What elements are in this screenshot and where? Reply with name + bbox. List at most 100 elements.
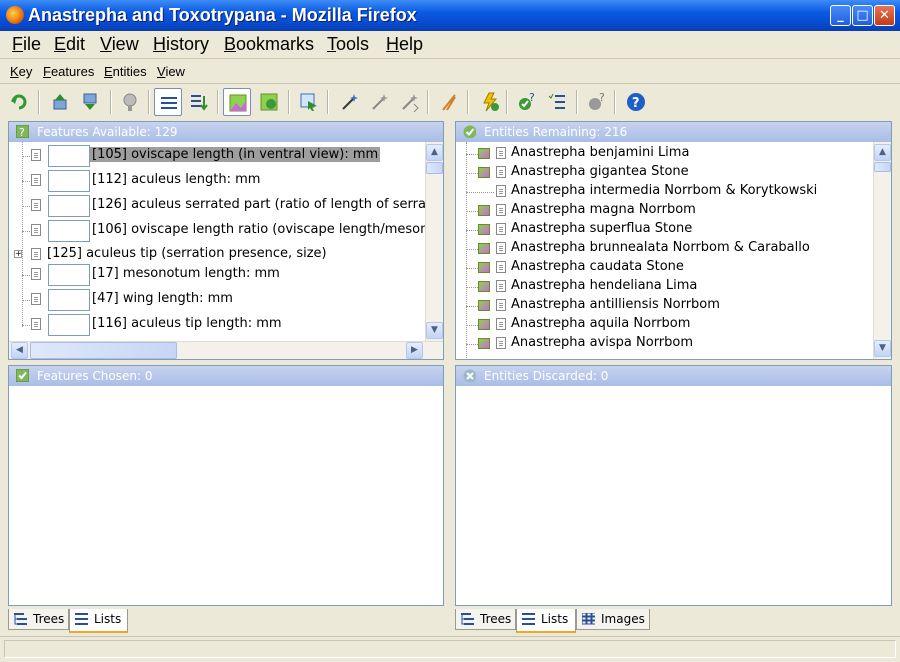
document-icon xyxy=(31,149,41,161)
scroll-left-arrow-icon[interactable]: ◀ xyxy=(11,342,28,359)
feature-row[interactable]: [47] wing length: mm xyxy=(9,289,425,311)
feature-value-input[interactable] xyxy=(48,220,90,242)
checkbox-icon xyxy=(16,369,29,382)
features-vertical-scrollbar[interactable]: ▲ ▼ xyxy=(425,142,443,341)
feature-value-input[interactable] xyxy=(48,195,90,217)
entities-vertical-scrollbar[interactable]: ▲ ▼ xyxy=(873,142,891,359)
feature-row[interactable]: + [125] aculeus tip (serration presence,… xyxy=(9,245,425,264)
tab-images[interactable]: Images xyxy=(576,609,650,630)
scroll-right-arrow-icon[interactable]: ▶ xyxy=(406,342,423,359)
entity-row[interactable]: Anastrepha antilliensis Norrbom xyxy=(456,296,866,315)
lightning-icon[interactable] xyxy=(476,88,504,116)
minimize-button[interactable]: _ xyxy=(830,5,851,26)
entity-row[interactable]: Anastrepha hendeliana Lima xyxy=(456,277,866,296)
scroll-thumb[interactable] xyxy=(30,342,177,359)
help-icon[interactable]: ? xyxy=(622,88,650,116)
image-icon xyxy=(478,338,490,349)
move-down-icon[interactable] xyxy=(76,88,104,116)
app-menu-features[interactable]: Features xyxy=(43,64,94,79)
entity-row[interactable]: Anastrepha caudata Stone xyxy=(456,258,866,277)
menu-tools[interactable]: Tools xyxy=(327,34,369,55)
question-icon: ? xyxy=(16,125,29,138)
entity-row[interactable]: Anastrepha avispa Norrbom xyxy=(456,334,866,353)
features-chosen-panel: Features Chosen: 0 xyxy=(8,365,444,606)
restart-icon[interactable] xyxy=(5,88,33,116)
find-icon[interactable] xyxy=(116,88,144,116)
feature-value-input[interactable] xyxy=(48,170,90,192)
prune-icon[interactable] xyxy=(366,88,394,116)
app-menu-entities[interactable]: Entities xyxy=(104,64,147,79)
vertical-splitter[interactable] xyxy=(446,120,454,635)
app-menu-key[interactable]: Key xyxy=(10,64,32,79)
tweezers-icon[interactable] xyxy=(435,88,463,116)
menu-history[interactable]: History xyxy=(153,34,209,55)
feature-row[interactable]: [17] mesonotum length: mm xyxy=(9,264,425,286)
feature-row[interactable]: [126] aculeus serrated part (ratio of le… xyxy=(9,195,425,217)
settings-icon[interactable]: ? xyxy=(583,88,611,116)
tab-lists[interactable]: Lists xyxy=(69,609,128,633)
feature-value-input[interactable] xyxy=(48,314,90,336)
tab-lists[interactable]: Lists xyxy=(516,609,576,633)
scroll-up-arrow-icon[interactable]: ▲ xyxy=(426,144,443,161)
select-icon[interactable] xyxy=(295,88,323,116)
feature-value-input[interactable] xyxy=(48,145,90,167)
browser-window: Anastrepha and Toxotrypana - Mozilla Fir… xyxy=(0,0,900,662)
feature-label: [116] aculeus tip length: mm xyxy=(92,316,282,331)
feature-row[interactable]: [116] aculeus tip length: mm xyxy=(9,314,425,336)
image-icon xyxy=(478,148,490,159)
entities-remaining-title: Entities Remaining: 216 xyxy=(484,125,628,139)
image-panel-icon[interactable] xyxy=(223,88,251,116)
scroll-down-arrow-icon[interactable]: ▼ xyxy=(874,340,891,357)
app-menubar: Key Features Entities View xyxy=(0,59,900,84)
scroll-thumb[interactable] xyxy=(426,162,443,174)
feature-value-input[interactable] xyxy=(48,289,90,311)
feature-row[interactable]: [106] oviscape length ratio (oviscape le… xyxy=(9,220,425,242)
image-icon xyxy=(478,281,490,292)
tab-trees[interactable]: Trees xyxy=(455,609,516,630)
feature-label: [125] aculeus tip (serration presence, s… xyxy=(47,246,327,261)
image-icon xyxy=(478,224,490,235)
menu-view[interactable]: View xyxy=(100,34,139,55)
entity-row[interactable]: Anastrepha aquila Norrbom xyxy=(456,315,866,334)
entity-row[interactable]: Anastrepha gigantea Stone xyxy=(456,163,866,182)
tab-trees[interactable]: Trees xyxy=(8,609,69,630)
scroll-up-arrow-icon[interactable]: ▲ xyxy=(874,144,891,161)
prune-all-icon[interactable] xyxy=(396,88,424,116)
expand-icon[interactable]: + xyxy=(14,250,22,258)
document-icon xyxy=(496,204,506,216)
entity-row[interactable]: Anastrepha superflua Stone xyxy=(456,220,866,239)
menu-edit[interactable]: Edit xyxy=(54,34,85,55)
image-icon xyxy=(478,167,490,178)
menu-bookmarks[interactable]: Bookmarks xyxy=(224,34,314,55)
image-icon xyxy=(478,300,490,311)
menu-help[interactable]: Help xyxy=(386,34,423,55)
magic-wand-icon[interactable] xyxy=(336,88,364,116)
entity-row[interactable]: Anastrepha benjamini Lima xyxy=(456,144,866,163)
feature-label: [47] wing length: mm xyxy=(92,291,233,306)
feature-value-input[interactable] xyxy=(48,264,90,286)
app-menu-view[interactable]: View xyxy=(157,64,185,79)
sort-icon[interactable] xyxy=(185,88,213,116)
features-horizontal-scrollbar[interactable]: ◀ ▶ xyxy=(9,341,443,359)
list-view-icon[interactable] xyxy=(154,88,182,116)
entity-row[interactable]: Anastrepha magna Norrbom xyxy=(456,201,866,220)
feature-row[interactable]: [105] oviscape length (in ventral view):… xyxy=(9,145,425,167)
scroll-thumb[interactable] xyxy=(874,162,891,172)
image-icon xyxy=(478,319,490,330)
identify-icon[interactable]: ? xyxy=(513,88,541,116)
toolbar: ? ? ? xyxy=(0,84,900,120)
entity-row[interactable]: Anastrepha intermedia Norrbom & Korytkow… xyxy=(456,182,866,201)
feature-label: [126] aculeus serrated part (ratio of le… xyxy=(92,197,425,212)
entity-row[interactable]: Anastrepha brunnealata Norrbom & Carabal… xyxy=(456,239,866,258)
maximize-button[interactable]: □ xyxy=(852,5,873,26)
checklist-icon[interactable] xyxy=(543,88,571,116)
document-icon xyxy=(496,280,506,292)
feature-row[interactable]: [112] aculeus length: mm xyxy=(9,170,425,192)
feature-label: [17] mesonotum length: mm xyxy=(92,266,280,281)
menu-file[interactable]: File xyxy=(12,34,41,55)
document-icon xyxy=(496,299,506,311)
close-button[interactable]: ✕ xyxy=(874,5,895,26)
image-compare-icon[interactable] xyxy=(255,88,283,116)
move-up-icon[interactable] xyxy=(46,88,74,116)
scroll-down-arrow-icon[interactable]: ▼ xyxy=(426,322,443,339)
